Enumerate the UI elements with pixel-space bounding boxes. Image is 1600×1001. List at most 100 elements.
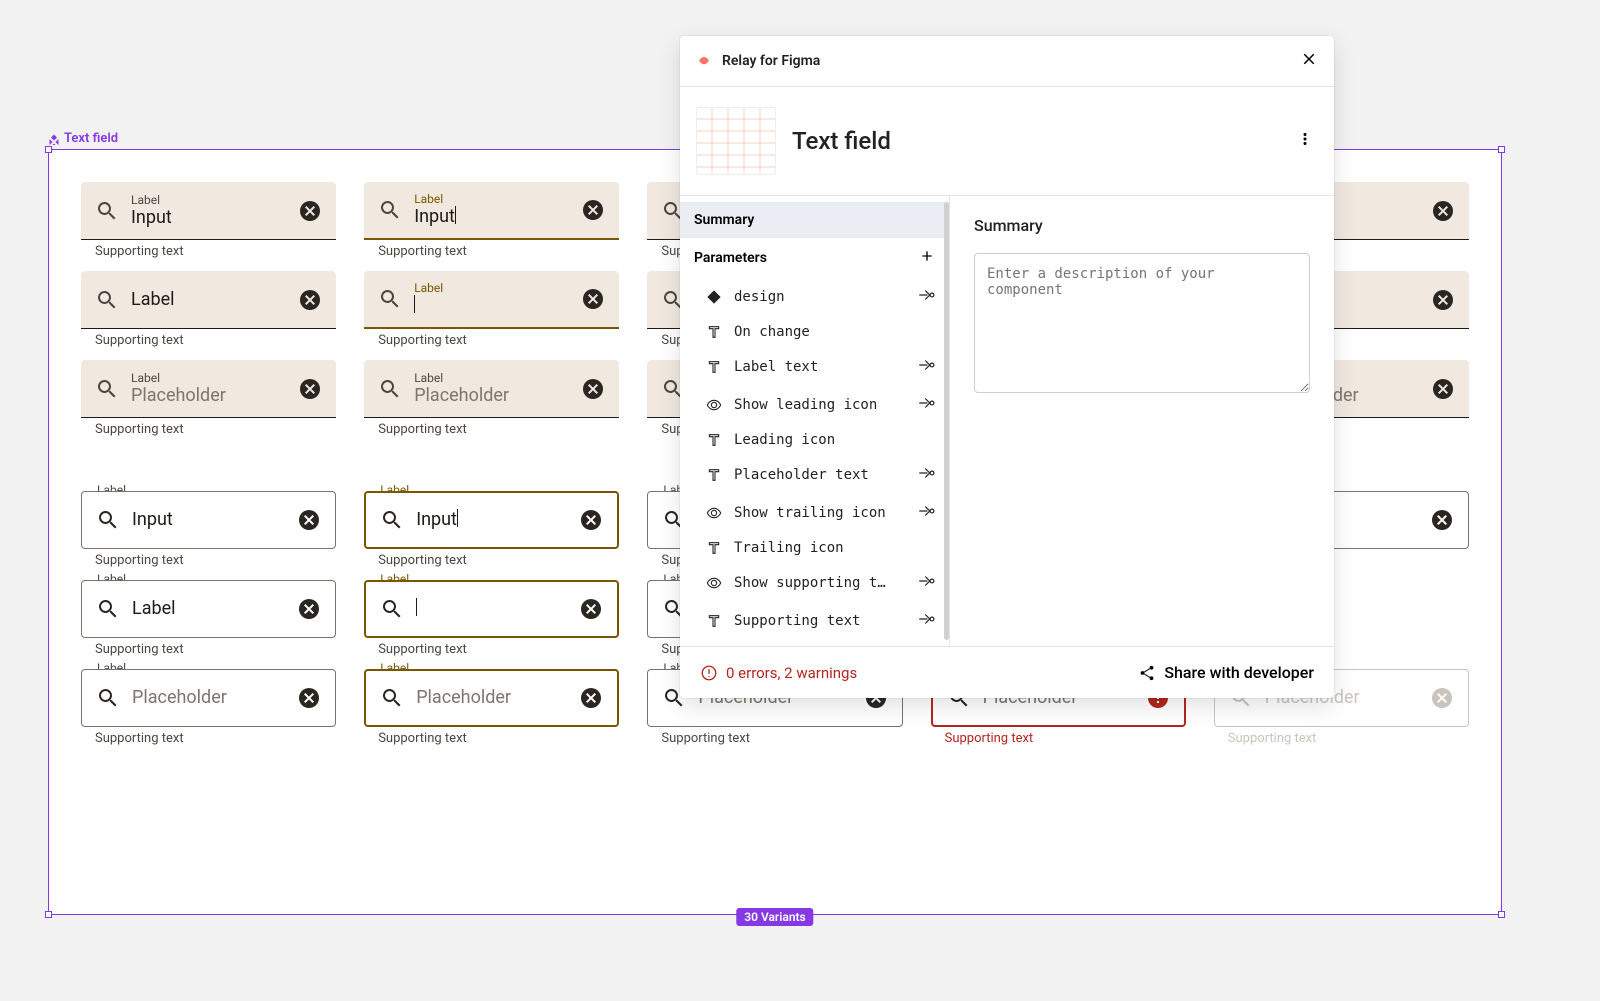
nav-parameter-item[interactable]: design — [680, 278, 949, 316]
close-button[interactable] — [1300, 50, 1318, 72]
text-icon — [706, 324, 722, 340]
bind-icon[interactable] — [917, 502, 935, 524]
search-icon — [380, 508, 404, 532]
nav-parameter-item[interactable]: Show trailing icon — [680, 494, 949, 532]
cancel-icon[interactable] — [297, 686, 321, 710]
parameter-label: Show leading icon — [734, 397, 877, 413]
eye-icon — [706, 505, 722, 521]
search-icon — [95, 199, 119, 223]
supporting-text: Supporting text — [81, 638, 336, 657]
bind-icon[interactable] — [917, 394, 935, 416]
component-icon — [48, 133, 60, 145]
parameter-label: Trailing icon — [734, 540, 844, 556]
more-button[interactable] — [1292, 126, 1318, 156]
panel-header: Relay for Figma — [680, 36, 1334, 87]
textfield-variant[interactable]: LabelInputSupporting text — [81, 491, 336, 568]
cancel-icon[interactable] — [581, 377, 605, 401]
textfield-variant[interactable]: LabelLabelSupporting text — [81, 580, 336, 657]
share-label: Share with developer — [1164, 663, 1314, 682]
textfield-variant[interactable]: LabelSupporting text — [81, 271, 336, 348]
supporting-text: Supporting text — [931, 727, 1186, 746]
search-icon — [378, 287, 402, 311]
textfield-variant[interactable]: LabelInputSupporting text — [81, 182, 336, 259]
nav-parameter-item[interactable]: Show supporting t… — [680, 564, 949, 602]
textfield-variant[interactable]: LabelInputSupporting text — [364, 182, 619, 259]
cancel-icon[interactable] — [298, 199, 322, 223]
textfield-variant[interactable]: LabelInputSupporting text — [364, 491, 619, 568]
textfield-variant[interactable]: LabelSupporting text — [364, 271, 619, 348]
cancel-icon[interactable] — [297, 597, 321, 621]
cancel-icon[interactable] — [1430, 508, 1454, 532]
nav-parameters-header: Parameters — [680, 238, 949, 278]
bind-icon[interactable] — [917, 286, 935, 308]
cancel-icon[interactable] — [1430, 686, 1454, 710]
search-icon — [96, 686, 120, 710]
nav-parameter-item[interactable]: Trailing icon — [680, 532, 949, 564]
bind-icon[interactable] — [917, 572, 935, 594]
nav-parameter-item[interactable]: Label text — [680, 348, 949, 386]
textfield-variant[interactable]: LabelPlaceholderSupporting text — [81, 669, 336, 746]
textfield-variant[interactable]: LabelPlaceholderSupporting text — [364, 360, 619, 437]
textfield-variant[interactable]: LabelSupporting text — [364, 580, 619, 657]
selection-handle[interactable] — [1498, 146, 1505, 153]
supporting-text: Supporting text — [364, 549, 619, 568]
brand-icon — [696, 51, 712, 71]
cancel-icon[interactable] — [579, 686, 603, 710]
eye-icon — [706, 575, 722, 591]
component-thumbnail — [696, 107, 776, 175]
frame-label[interactable]: Text field — [48, 131, 118, 146]
supporting-text: Supporting text — [364, 418, 619, 437]
selection-handle[interactable] — [45, 911, 52, 918]
component-header: Text field — [680, 87, 1334, 196]
bind-icon[interactable] — [917, 464, 935, 486]
cancel-icon[interactable] — [298, 288, 322, 312]
parameter-label: Show supporting t… — [734, 575, 886, 591]
cancel-icon[interactable] — [581, 287, 605, 311]
nav-parameter-item[interactable]: On change — [680, 316, 949, 348]
variants-badge[interactable]: 30 Variants — [736, 908, 813, 926]
parameter-label: Leading icon — [734, 432, 835, 448]
nav-parameter-item[interactable]: Placeholder text — [680, 456, 949, 494]
panel-footer: 0 errors, 2 warnings Share with develope… — [680, 646, 1334, 698]
supporting-text: Supporting text — [364, 727, 619, 746]
cancel-icon[interactable] — [1431, 377, 1455, 401]
nav-summary-label: Summary — [694, 212, 754, 228]
cancel-icon[interactable] — [298, 377, 322, 401]
text-icon — [706, 432, 722, 448]
supporting-text: Supporting text — [81, 727, 336, 746]
cancel-icon[interactable] — [579, 597, 603, 621]
nav-parameter-item[interactable]: Show leading icon — [680, 386, 949, 424]
supporting-text: Supporting text — [364, 240, 619, 259]
supporting-text: Supporting text — [364, 329, 619, 348]
share-icon — [1138, 664, 1156, 682]
parameter-label: Supporting text — [734, 613, 860, 629]
text-icon — [706, 359, 722, 375]
cancel-icon[interactable] — [1431, 288, 1455, 312]
selection-handle[interactable] — [45, 146, 52, 153]
supporting-text: Supporting text — [81, 329, 336, 348]
nav-sidebar: Summary Parameters designOn change Label … — [680, 196, 950, 646]
description-input[interactable] — [974, 253, 1310, 393]
cancel-icon[interactable] — [581, 198, 605, 222]
summary-pane: Summary — [950, 196, 1334, 646]
status-link[interactable]: 0 errors, 2 warnings — [700, 664, 1130, 682]
selection-handle[interactable] — [1498, 911, 1505, 918]
cancel-icon[interactable] — [1431, 199, 1455, 223]
add-parameter-button[interactable] — [919, 248, 935, 268]
bind-icon[interactable] — [917, 356, 935, 378]
nav-parameter-item[interactable]: Supporting text — [680, 602, 949, 640]
nav-summary[interactable]: Summary — [680, 202, 949, 238]
supporting-text: Supporting text — [1214, 727, 1469, 746]
bind-icon[interactable] — [917, 610, 935, 632]
nav-parameter-item[interactable]: Leading icon — [680, 424, 949, 456]
cancel-icon[interactable] — [297, 508, 321, 532]
parameter-label: Label text — [734, 359, 818, 375]
parameter-label: Show trailing icon — [734, 505, 886, 521]
share-button[interactable]: Share with developer — [1138, 663, 1314, 682]
text-icon — [706, 613, 722, 629]
cancel-icon[interactable] — [579, 508, 603, 532]
textfield-variant[interactable]: LabelPlaceholderSupporting text — [81, 360, 336, 437]
status-text: 0 errors, 2 warnings — [726, 664, 857, 682]
search-icon — [380, 597, 404, 621]
textfield-variant[interactable]: LabelPlaceholderSupporting text — [364, 669, 619, 746]
